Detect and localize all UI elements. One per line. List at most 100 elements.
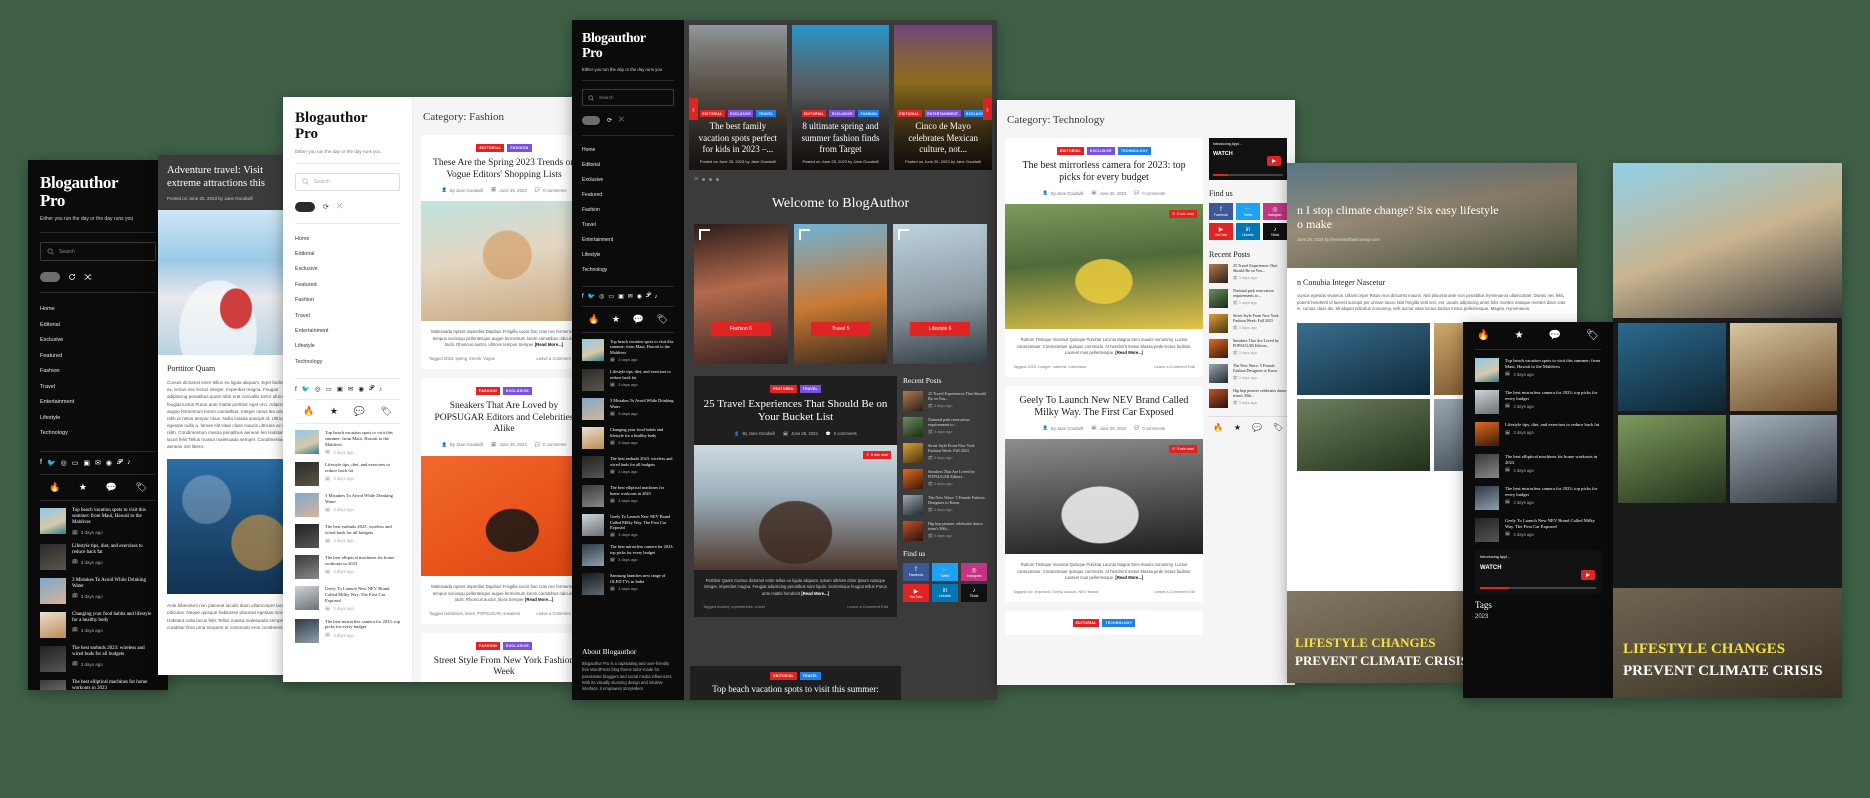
tags-icon[interactable]: 🏷 xyxy=(1273,423,1283,432)
nav-item-fashion[interactable]: Fashion xyxy=(40,364,156,380)
search-input[interactable]: Search xyxy=(582,89,674,107)
badge-exclusive[interactable]: Exclusive xyxy=(1087,147,1115,155)
list-item[interactable]: The best mirrorless camera for 2023: top… xyxy=(1475,486,1601,510)
tiktok-icon[interactable]: ♪ xyxy=(654,294,657,300)
slider-dot[interactable] xyxy=(702,177,706,181)
tags-icon[interactable]: 🏷 xyxy=(381,406,392,417)
refresh-icon[interactable]: ⟳ xyxy=(607,117,612,124)
nav-item-lifestyle[interactable]: Lifestyle xyxy=(582,248,674,263)
list-item[interactable]: National park reservation requirements t… xyxy=(1209,288,1287,308)
search-input[interactable]: Search xyxy=(295,172,400,191)
nav-item-travel[interactable]: Travel xyxy=(582,218,674,233)
article-card[interactable]: Geely To Launch New NEV Brand Called Mil… xyxy=(1005,385,1203,602)
nav-item-featured[interactable]: Featured xyxy=(582,188,674,203)
list-item[interactable]: Sneakers That Are Loved by POPSUGAR Edit… xyxy=(903,469,987,489)
nav-item-home[interactable]: Home xyxy=(295,232,400,247)
badge-fashion[interactable]: Fashion xyxy=(475,641,500,650)
tile-label[interactable]: Travel 5 xyxy=(810,322,871,336)
badge-travel[interactable]: Travel xyxy=(756,110,776,118)
findus-twitter[interactable]: 🐦 Twitter xyxy=(1236,203,1260,220)
hero-slide[interactable]: Editorial Exclusive Fashion 8 ultimate s… xyxy=(791,25,890,170)
nav-item-exclusive[interactable]: Exclusive xyxy=(582,173,674,188)
article-actions[interactable]: Leave a Comment Edit xyxy=(1154,589,1195,594)
nav-item-home[interactable]: Home xyxy=(582,143,674,158)
findus-twitter[interactable]: 🐦 Twitter xyxy=(932,563,958,581)
feature-tags[interactable]: Tagged bucket, experiences, travel xyxy=(703,604,765,609)
instagram-icon[interactable]: ◎ xyxy=(315,385,321,393)
list-item[interactable]: Lifestyle tips, diet, and exercises to r… xyxy=(40,543,156,570)
list-item[interactable]: The New Wave: 5 Female Fashion Designers… xyxy=(903,495,987,515)
list-item[interactable]: The best earbuds 2023: wireless and wire… xyxy=(295,524,400,549)
article-tags[interactable]: Tagged car, exposed, Geely, launch, NEV … xyxy=(1013,589,1098,594)
list-item[interactable]: The New Wave: 5 Female Fashion Designers… xyxy=(1209,363,1287,383)
list-item[interactable]: Hip hop pioneer celebrates dance team's … xyxy=(903,521,987,541)
article-title[interactable]: Sneakers That Are Loved by POPSUGAR Edit… xyxy=(429,401,579,436)
shuffle-icon[interactable]: ⤫ xyxy=(619,117,624,124)
vimeo-icon[interactable]: ✉ xyxy=(628,293,633,300)
article-tags[interactable]: Tagged 2023, budget, camera, mirrorless xyxy=(1013,364,1086,369)
list-item[interactable]: Lifestyle tips, diet, and exercises to r… xyxy=(1475,422,1601,446)
category-tile[interactable]: Fashion 6 xyxy=(694,224,788,364)
findus-youtube[interactable]: ▶ YouTube xyxy=(903,584,929,602)
nav-item-editorial[interactable]: Editorial xyxy=(40,318,156,334)
article-card[interactable]: Fashion Exclusive Street Style From New … xyxy=(421,632,587,682)
list-item[interactable]: Lifestyle tips, diet, and exercises to r… xyxy=(295,462,400,487)
read-more-link[interactable]: [Read More...] xyxy=(1115,575,1143,580)
read-more-link[interactable]: [Read More...] xyxy=(535,342,563,347)
article-card[interactable]: Editorial Exclusive Technology The best … xyxy=(1005,138,1203,377)
list-item[interactable]: The best earbuds 2023: wireless and wire… xyxy=(582,456,674,479)
search-input[interactable]: Search xyxy=(40,242,156,262)
tiktok-icon[interactable]: ♪ xyxy=(379,386,382,393)
feature-title[interactable]: 25 Travel Experiences That Should Be on … xyxy=(703,398,888,425)
list-item[interactable]: Geely To Launch New NEV Brand Called Mil… xyxy=(582,514,674,537)
nav-item-entertainment[interactable]: Entertainment xyxy=(295,324,400,339)
article-title[interactable]: These Are the Spring 2023 Trends on Vogu… xyxy=(429,158,579,181)
nav-item-technology[interactable]: Technology xyxy=(40,426,156,442)
popular-icon[interactable]: 🔥 xyxy=(49,482,60,493)
findus-tiktok[interactable]: ♪ Tiktok xyxy=(961,584,987,602)
hero-title[interactable]: Cinco de Mayo celebrates Mexican culture… xyxy=(902,121,984,155)
article-card[interactable]: Fashion Exclusive Sneakers That Are Love… xyxy=(421,378,587,624)
video-widget[interactable]: Introducing Appl... WATCH xyxy=(1475,550,1601,594)
list-item[interactable]: Top beach vacation spots to visit this s… xyxy=(582,339,674,362)
badge-exclusive[interactable]: Exclusive xyxy=(503,387,533,396)
list-item[interactable]: 25 Travel Experiences That Should Be on … xyxy=(903,391,987,411)
nav-item-technology[interactable]: Technology xyxy=(582,263,674,278)
findus-linkedin[interactable]: in LinkedIn xyxy=(1236,223,1260,240)
read-more-link[interactable]: [Read More...] xyxy=(525,597,553,602)
findus-linkedin[interactable]: in LinkedIn xyxy=(932,584,958,602)
findus-youtube[interactable]: ▶ YouTube xyxy=(1209,223,1233,240)
next-post-title[interactable]: Top beach vacation spots to visit this s… xyxy=(698,684,893,694)
flickr-icon[interactable]: ▣ xyxy=(83,459,90,467)
badge-featured[interactable]: Featured xyxy=(770,385,797,393)
flickr-icon[interactable]: ▣ xyxy=(618,293,624,300)
list-item[interactable]: The best elliptical machines for home wo… xyxy=(295,555,400,580)
nav-item-featured[interactable]: Featured xyxy=(295,278,400,293)
spotify-icon[interactable]: ◉ xyxy=(358,385,364,393)
list-item[interactable]: Samsung launches new range of OLED TVs i… xyxy=(582,573,674,596)
list-item[interactable]: Street Style From New York Fashion Week:… xyxy=(1209,313,1287,333)
featured-icon[interactable]: ★ xyxy=(1234,423,1241,432)
badge-editorial[interactable]: Editorial xyxy=(1057,147,1085,155)
facebook-icon[interactable]: f xyxy=(40,459,42,466)
tile-label[interactable]: Fashion 6 xyxy=(710,322,771,336)
tags-icon[interactable]: 🏷 xyxy=(136,482,147,493)
badge-entertainment[interactable]: Entertainment xyxy=(924,110,961,118)
facebook-icon[interactable]: f xyxy=(582,294,584,300)
facebook-icon[interactable]: f xyxy=(295,386,297,393)
youtube-icon[interactable]: ▭ xyxy=(608,293,614,300)
article-actions[interactable]: Leave a Comment Edit xyxy=(1154,364,1195,369)
featured-icon[interactable]: ★ xyxy=(612,314,620,325)
twitter-icon[interactable]: 🐦 xyxy=(588,293,595,300)
nav-item-lifestyle[interactable]: Lifestyle xyxy=(295,339,400,354)
slider-prev-button[interactable]: ‹ xyxy=(689,98,698,121)
list-item[interactable]: 3 Mistakes To Avoid While Drinking Water… xyxy=(295,493,400,518)
list-item[interactable]: Sneakers That Are Loved by POPSUGAR Edit… xyxy=(1209,338,1287,358)
brand-logo[interactable]: Blogauthor Pro xyxy=(582,31,674,61)
brand-logo[interactable]: Blogauthor Pro xyxy=(40,174,156,209)
nav-item-home[interactable]: Home xyxy=(40,302,156,318)
play-icon[interactable] xyxy=(1581,570,1595,580)
play-icon[interactable] xyxy=(1267,156,1281,166)
comments-icon[interactable]: 💬 xyxy=(1549,330,1561,341)
nav-item-exclusive[interactable]: Exclusive xyxy=(40,333,156,349)
